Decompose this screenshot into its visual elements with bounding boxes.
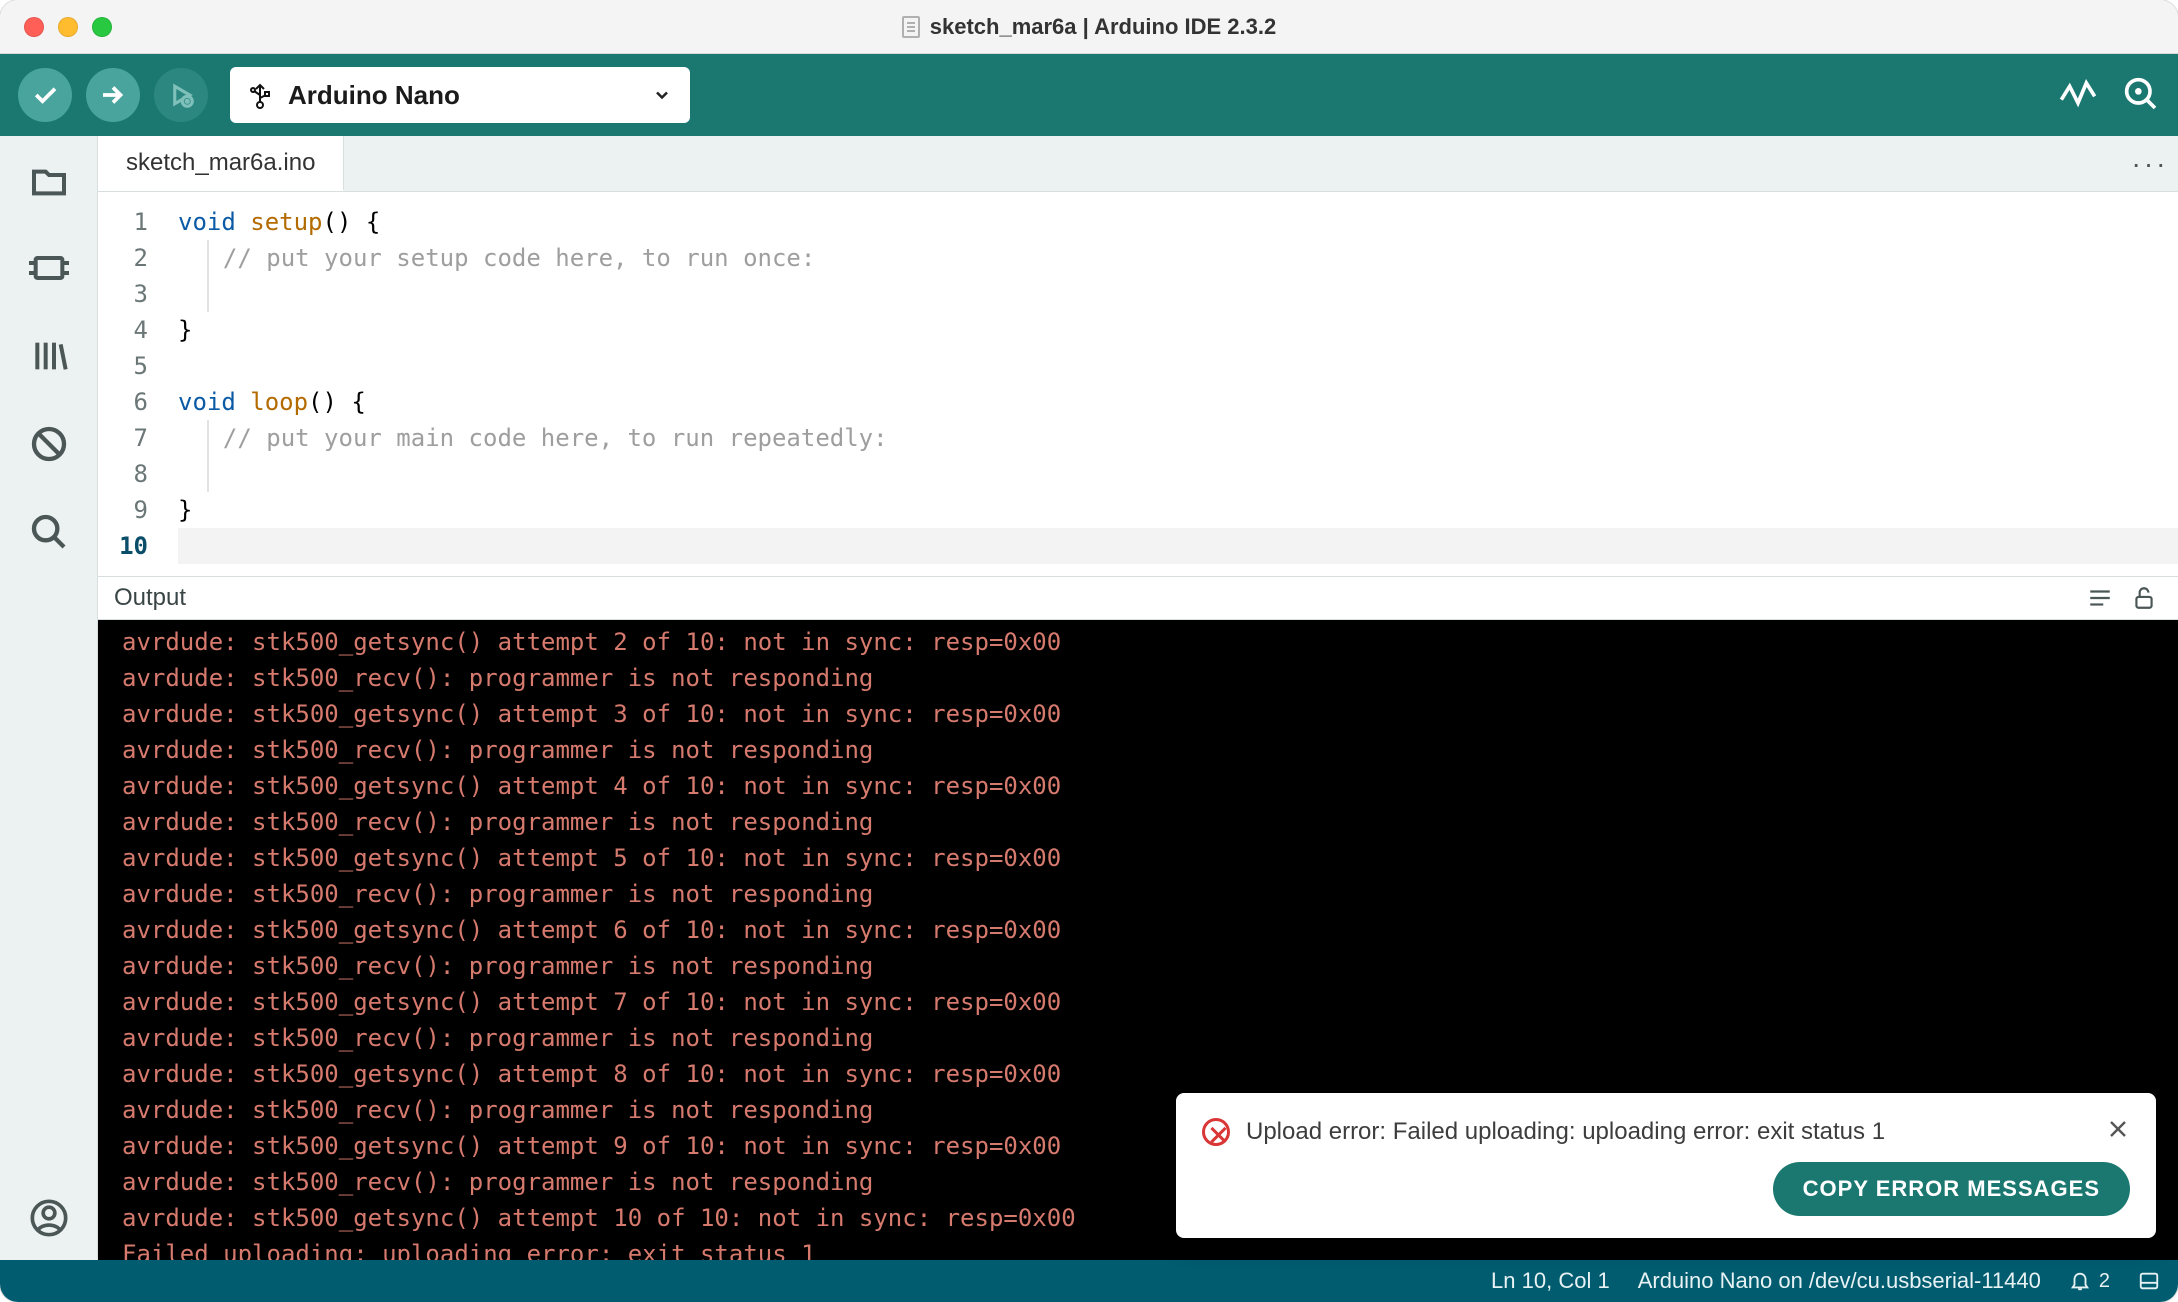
- code-line[interactable]: }: [178, 492, 2178, 528]
- code-line[interactable]: // put your setup code here, to run once…: [178, 240, 2178, 276]
- line-number: 2: [98, 240, 148, 276]
- code-line[interactable]: [178, 276, 2178, 312]
- line-number: 6: [98, 384, 148, 420]
- serial-plotter-button[interactable]: [2058, 73, 2098, 118]
- document-icon: [902, 16, 920, 38]
- editor-gutter: 12345678910: [98, 192, 162, 576]
- console-line: avrdude: stk500_recv(): programmer is no…: [122, 732, 2154, 768]
- status-cursor-position[interactable]: Ln 10, Col 1: [1491, 1268, 1610, 1294]
- code-line[interactable]: [178, 348, 2178, 384]
- serial-monitor-button[interactable]: [2120, 73, 2160, 118]
- line-number: 4: [98, 312, 148, 348]
- usb-icon: [248, 81, 272, 109]
- editor-code-area[interactable]: void setup() { // put your setup code he…: [162, 192, 2178, 576]
- library-manager-button[interactable]: [27, 334, 71, 378]
- output-panel-header: Output: [98, 576, 2178, 620]
- console-line: Failed uploading: uploading error: exit …: [122, 1236, 2154, 1260]
- console-line: avrdude: stk500_recv(): programmer is no…: [122, 876, 2154, 912]
- upload-button[interactable]: [86, 68, 140, 122]
- console-line: avrdude: stk500_getsync() attempt 5 of 1…: [122, 840, 2154, 876]
- code-line[interactable]: // put your main code here, to run repea…: [178, 420, 2178, 456]
- error-icon: [1202, 1118, 1230, 1146]
- line-number: 10: [98, 528, 148, 564]
- account-button[interactable]: [27, 1196, 71, 1240]
- minimize-window-button[interactable]: [58, 17, 78, 37]
- console-line: avrdude: stk500_recv(): programmer is no…: [122, 660, 2154, 696]
- line-number: 9: [98, 492, 148, 528]
- editor-tab-more-button[interactable]: ···: [2122, 136, 2178, 191]
- error-notification: Upload error: Failed uploading: uploadin…: [1176, 1093, 2156, 1238]
- status-board-port[interactable]: Arduino Nano on /dev/cu.usbserial-11440: [1638, 1268, 2041, 1294]
- code-line[interactable]: void loop() {: [178, 384, 2178, 420]
- code-line[interactable]: [178, 528, 2178, 564]
- window-controls: [24, 17, 112, 37]
- console-line: avrdude: stk500_recv(): programmer is no…: [122, 804, 2154, 840]
- board-selector[interactable]: Arduino Nano: [230, 67, 690, 123]
- copy-error-messages-button[interactable]: COPY ERROR MESSAGES: [1773, 1162, 2130, 1216]
- sketchbook-button[interactable]: [27, 158, 71, 202]
- notification-close-button[interactable]: [2106, 1117, 2130, 1146]
- output-panel-title: Output: [114, 584, 186, 612]
- window-titlebar: sketch_mar6a | Arduino IDE 2.3.2: [0, 0, 2178, 54]
- error-message: Upload error: Failed uploading: uploadin…: [1246, 1118, 1885, 1146]
- main-area: sketch_mar6a.ino ··· 12345678910 void se…: [0, 136, 2178, 1260]
- line-number: 8: [98, 456, 148, 492]
- status-notifications[interactable]: 2: [2069, 1270, 2110, 1293]
- copy-error-button-label: COPY ERROR MESSAGES: [1803, 1176, 2100, 1201]
- console-line: avrdude: stk500_getsync() attempt 3 of 1…: [122, 696, 2154, 732]
- maximize-window-button[interactable]: [92, 17, 112, 37]
- editor-tab[interactable]: sketch_mar6a.ino: [98, 136, 344, 191]
- output-lock-button[interactable]: [2126, 580, 2162, 616]
- line-number: 7: [98, 420, 148, 456]
- search-button[interactable]: [27, 510, 71, 554]
- line-number: 5: [98, 348, 148, 384]
- activity-bar: [0, 136, 98, 1260]
- toolbar: Arduino Nano: [0, 54, 2178, 136]
- console-line: avrdude: stk500_getsync() attempt 4 of 1…: [122, 768, 2154, 804]
- editor-column: sketch_mar6a.ino ··· 12345678910 void se…: [98, 136, 2178, 1260]
- status-bar: Ln 10, Col 1 Arduino Nano on /dev/cu.usb…: [0, 1260, 2178, 1302]
- code-editor[interactable]: 12345678910 void setup() { // put your s…: [98, 192, 2178, 576]
- window-title-text: sketch_mar6a | Arduino IDE 2.3.2: [930, 14, 1276, 40]
- verify-button[interactable]: [18, 68, 72, 122]
- console-line: avrdude: stk500_getsync() attempt 7 of 1…: [122, 984, 2154, 1020]
- window-title: sketch_mar6a | Arduino IDE 2.3.2: [0, 14, 2178, 40]
- panel-icon: [2138, 1270, 2160, 1292]
- board-selector-label: Arduino Nano: [288, 80, 636, 111]
- line-number: 1: [98, 204, 148, 240]
- console-line: avrdude: stk500_getsync() attempt 8 of 1…: [122, 1056, 2154, 1092]
- console-line: avrdude: stk500_recv(): programmer is no…: [122, 948, 2154, 984]
- console-line: avrdude: stk500_recv(): programmer is no…: [122, 1020, 2154, 1056]
- status-close-panel-button[interactable]: [2138, 1270, 2160, 1292]
- editor-tab-label: sketch_mar6a.ino: [126, 149, 315, 177]
- code-line[interactable]: [178, 456, 2178, 492]
- console-line: avrdude: stk500_getsync() attempt 2 of 1…: [122, 624, 2154, 660]
- chevron-down-icon: [652, 85, 672, 105]
- line-number: 3: [98, 276, 148, 312]
- close-window-button[interactable]: [24, 17, 44, 37]
- boards-manager-button[interactable]: [27, 246, 71, 290]
- notification-count: 2: [2099, 1270, 2110, 1293]
- editor-tab-row: sketch_mar6a.ino ···: [98, 136, 2178, 192]
- code-line[interactable]: }: [178, 312, 2178, 348]
- debug-panel-button[interactable]: [27, 422, 71, 466]
- bell-icon: [2069, 1270, 2091, 1292]
- console-line: avrdude: stk500_getsync() attempt 6 of 1…: [122, 912, 2154, 948]
- debug-button[interactable]: [154, 68, 208, 122]
- output-wrap-button[interactable]: [2082, 580, 2118, 616]
- code-line[interactable]: void setup() {: [178, 204, 2178, 240]
